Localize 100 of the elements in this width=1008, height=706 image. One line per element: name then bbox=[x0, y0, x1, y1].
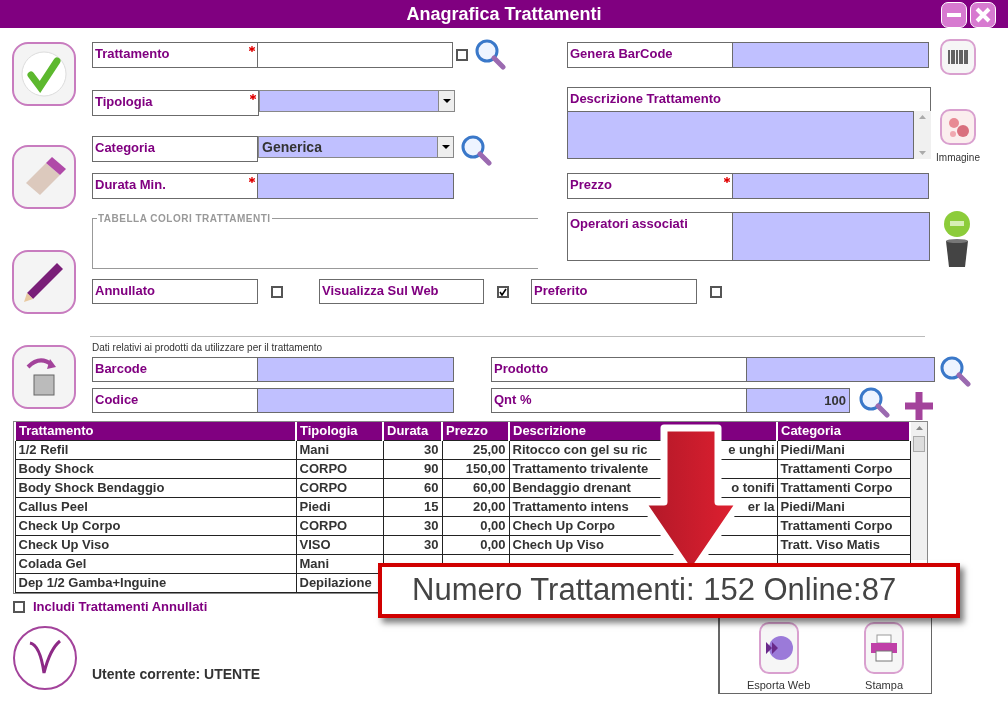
table-cell: Mani bbox=[296, 440, 383, 459]
table-cell: 20,00 bbox=[442, 497, 509, 516]
table-cell: 60 bbox=[383, 478, 442, 497]
text-field[interactable] bbox=[258, 388, 454, 413]
checkbox[interactable] bbox=[456, 49, 468, 61]
checkbox[interactable] bbox=[271, 285, 283, 298]
table-cell: Piedi/Mani bbox=[777, 440, 910, 459]
column-header[interactable]: Tipologia bbox=[296, 422, 383, 440]
logo-icon bbox=[12, 625, 78, 691]
table-cell: 15 bbox=[383, 497, 442, 516]
image-button[interactable] bbox=[940, 109, 976, 145]
field-label: Preferito bbox=[534, 282, 588, 300]
plus-icon[interactable] bbox=[903, 390, 935, 422]
table-cell: Check Up Corpo bbox=[15, 516, 296, 535]
text-field[interactable] bbox=[733, 173, 929, 199]
table-cell: 0,00 bbox=[442, 535, 509, 554]
field-label: Barcode bbox=[95, 360, 148, 378]
export-web-button[interactable] bbox=[758, 622, 799, 674]
text-field[interactable] bbox=[258, 42, 453, 68]
text-field[interactable] bbox=[747, 357, 935, 382]
printer-icon bbox=[869, 633, 900, 663]
dropdown-arrow-icon bbox=[441, 145, 450, 149]
trash-icon[interactable] bbox=[945, 239, 969, 267]
field-label: Durata Min. bbox=[95, 176, 166, 194]
field-label: Visualizza Sul Web bbox=[322, 282, 439, 300]
field-label: Prodotto bbox=[494, 360, 549, 378]
dropdown-arrow-icon bbox=[442, 99, 451, 103]
table-cell: Bendaggio drenant bbox=[512, 480, 631, 495]
current-user-text: Utente corrente: UTENTE bbox=[92, 665, 261, 684]
table-cell: Tratt. Viso Matis bbox=[777, 535, 910, 554]
text-field[interactable] bbox=[733, 42, 929, 68]
table-cell: CORPO bbox=[296, 516, 383, 535]
search-icon[interactable] bbox=[460, 134, 492, 166]
confirm-button[interactable] bbox=[12, 42, 76, 106]
scrollbar-thumb[interactable] bbox=[913, 436, 925, 452]
table-cell: Trattamenti Corpo bbox=[777, 516, 910, 535]
table-cell: Body Shock Bendaggio bbox=[15, 478, 296, 497]
checkbox[interactable] bbox=[497, 285, 509, 298]
text-field[interactable] bbox=[258, 173, 454, 199]
table-cell-fragment: e unghi bbox=[728, 441, 775, 458]
column-header[interactable]: Prezzo bbox=[442, 422, 509, 440]
column-header[interactable]: Categoria bbox=[777, 422, 910, 440]
dropdown[interactable] bbox=[259, 90, 455, 112]
table-cell: CORPO bbox=[296, 478, 383, 497]
field-label: Prezzo bbox=[570, 176, 612, 194]
field-label: Categoria bbox=[95, 139, 155, 157]
field-label: Tipologia bbox=[95, 93, 153, 111]
recycle-button[interactable] bbox=[12, 345, 76, 409]
table-cell: Trattamenti Corpo bbox=[777, 459, 910, 478]
checkbox[interactable] bbox=[13, 600, 25, 613]
scrollbar[interactable] bbox=[911, 422, 927, 560]
search-icon[interactable] bbox=[474, 38, 506, 70]
search-icon[interactable] bbox=[858, 386, 890, 418]
column-header[interactable]: Trattamento bbox=[15, 422, 296, 440]
table-cell: Piedi/Mani bbox=[777, 497, 910, 516]
field-label: Trattamento bbox=[95, 45, 170, 63]
globe-arrow-icon bbox=[763, 633, 794, 663]
window-title: Anagrafica Trattamenti bbox=[406, 2, 602, 26]
table-cell: Check Up Viso bbox=[15, 535, 296, 554]
table-cell: Trattamento intens bbox=[512, 499, 629, 514]
select-value: Generica bbox=[261, 137, 322, 157]
field-label: Operatori associati bbox=[570, 215, 688, 233]
close-button[interactable] bbox=[970, 2, 996, 28]
close-icon bbox=[975, 7, 991, 23]
barcode-button[interactable] bbox=[940, 39, 976, 75]
action-label: Stampa bbox=[865, 678, 904, 693]
text-area[interactable] bbox=[567, 111, 914, 159]
table-cell: Piedi bbox=[296, 497, 383, 516]
minimize-button[interactable] bbox=[941, 2, 967, 28]
scroll-up-icon[interactable] bbox=[915, 426, 923, 430]
table-cell: Colada Gel bbox=[15, 554, 296, 573]
table-cell: 30 bbox=[383, 535, 442, 554]
text-field[interactable] bbox=[258, 357, 454, 382]
table-cell: Ritocco con gel su ric bbox=[512, 442, 648, 457]
operators-list[interactable] bbox=[733, 212, 930, 261]
table-cell: 25,00 bbox=[442, 440, 509, 459]
section-caption: Dati relativi ai prodotti da utilizzare per il trattamento bbox=[92, 341, 324, 355]
callout-box: Numero Trattamenti: 152 Online:87 bbox=[378, 563, 960, 618]
eraser-button[interactable] bbox=[12, 145, 76, 209]
table-cell: 30 bbox=[383, 440, 442, 459]
barcode-icon bbox=[948, 50, 968, 64]
table-cell: 90 bbox=[383, 459, 442, 478]
pencil-button[interactable] bbox=[12, 250, 76, 314]
field-label: Descrizione Trattamento bbox=[570, 90, 721, 108]
field-label: Codice bbox=[95, 391, 139, 409]
dropdown[interactable]: Generica bbox=[258, 136, 454, 158]
table-cell: Trattamenti Corpo bbox=[777, 478, 910, 497]
checkbox[interactable] bbox=[710, 285, 722, 298]
table-cell: 0,00 bbox=[442, 516, 509, 535]
table-cell: 1/2 Refil bbox=[15, 440, 296, 459]
field-label: Annullato bbox=[95, 282, 155, 300]
column-header[interactable]: Durata bbox=[383, 422, 442, 440]
field-label: Genera BarCode bbox=[570, 45, 673, 63]
print-button[interactable] bbox=[864, 622, 905, 674]
table-cell: CORPO bbox=[296, 459, 383, 478]
table-cell-fragment: o tonifi bbox=[731, 479, 775, 496]
checkmark-icon bbox=[21, 51, 67, 97]
search-icon[interactable] bbox=[939, 355, 971, 387]
image-label: Immagine bbox=[936, 151, 980, 165]
text-field[interactable]: 100 bbox=[747, 388, 850, 413]
